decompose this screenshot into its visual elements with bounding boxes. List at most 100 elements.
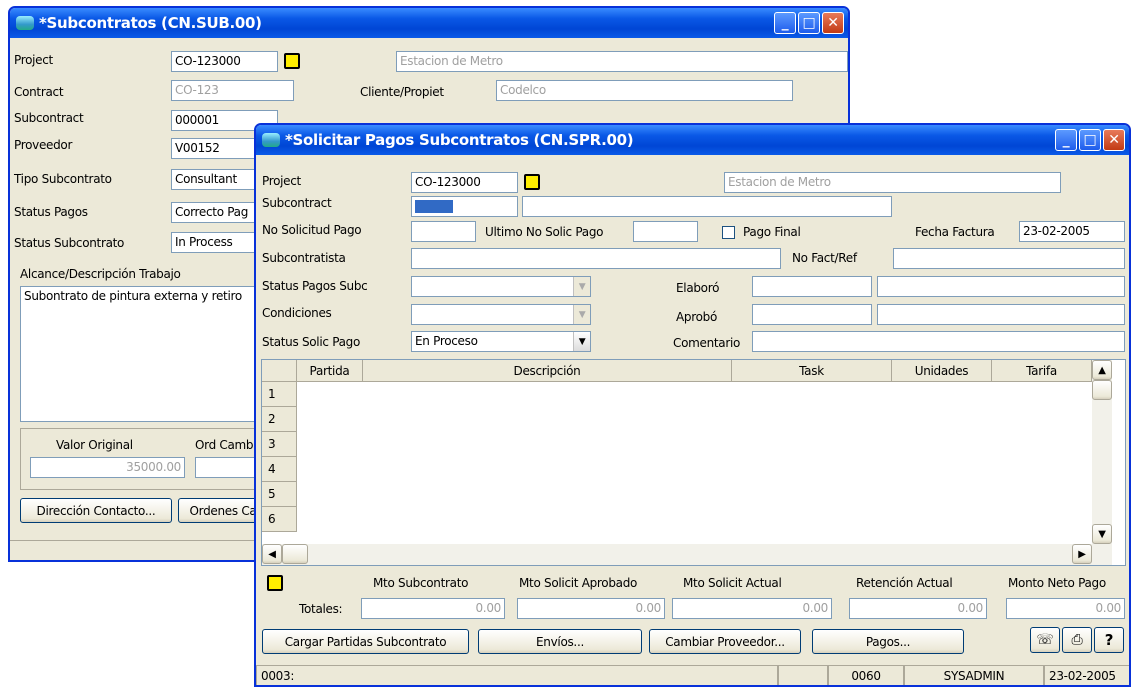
row-header[interactable]: 2	[262, 407, 297, 432]
envios-button[interactable]: Envíos...	[478, 629, 642, 654]
chevron-down-icon: ▼	[573, 277, 590, 296]
row-header[interactable]: 3	[262, 432, 297, 457]
scroll-right-button[interactable]: ▶	[1072, 544, 1092, 564]
alcance-textarea[interactable]: Subontrato de pintura externa y retiro	[20, 286, 270, 422]
project-description-field: Estacion de Metro	[724, 172, 1061, 193]
selection-highlight	[415, 200, 453, 213]
window-title: *Solicitar Pagos Subcontratos (CN.SPR.00…	[285, 131, 634, 149]
subcontract-field[interactable]	[411, 196, 518, 217]
scroll-left-button[interactable]: ◀	[262, 544, 282, 564]
help-icon[interactable]: ?	[1094, 627, 1124, 653]
contract-field: CO-123	[171, 80, 294, 101]
close-button[interactable]: ✕	[822, 12, 844, 34]
minimize-button[interactable]: _	[774, 12, 796, 34]
checkbox-box[interactable]	[722, 226, 735, 239]
cambiar-proveedor-button[interactable]: Cambiar Proveedor...	[649, 629, 801, 654]
project-field[interactable]: CO-123000	[171, 51, 278, 72]
contract-label: Contract	[14, 85, 64, 99]
condiciones-select	[411, 304, 591, 325]
phone-icon[interactable]: ☏	[1030, 627, 1060, 653]
tipo-subcontrato-label: Tipo Subcontrato	[14, 172, 112, 186]
form-body: Project CO-123000 Estacion de Metro Subc…	[256, 155, 1129, 685]
column-header-task[interactable]: Task	[732, 360, 892, 382]
no-fact-ref-field[interactable]	[893, 248, 1125, 269]
retencion-actual-label: Retención Actual	[856, 576, 953, 590]
scroll-up-button[interactable]: ▲	[1092, 360, 1112, 380]
monto-neto-pago-label: Monto Neto Pago	[1008, 576, 1106, 590]
close-button[interactable]: ✕	[1103, 129, 1125, 151]
aprobo-name-field	[877, 304, 1125, 325]
column-header-tarifa[interactable]: Tarifa	[992, 360, 1092, 382]
chevron-down-icon: ▼	[573, 305, 590, 324]
tipo-subcontrato-field[interactable]: Consultant	[171, 169, 261, 190]
lookup-icon[interactable]	[267, 575, 283, 591]
mto-solicit-aprobado-label: Mto Solicit Aprobado	[519, 576, 638, 590]
valor-original-field: 35000.00	[30, 457, 185, 478]
maximize-button[interactable]: □	[1079, 129, 1101, 151]
printer-icon[interactable]: ⎙	[1062, 627, 1092, 653]
subcontract-label: Subcontract	[262, 196, 332, 210]
project-description-field: Estacion de Metro	[396, 51, 848, 72]
status-bar-date: 23-02-2005	[1044, 665, 1129, 685]
maximize-button[interactable]: □	[798, 12, 820, 34]
direccion-contacto-button[interactable]: Dirección Contacto...	[20, 498, 172, 523]
column-header-descripcion[interactable]: Descripción	[363, 360, 732, 382]
proveedor-label: Proveedor	[14, 138, 73, 152]
project-label: Project	[14, 53, 53, 67]
title-bar[interactable]: *Solicitar Pagos Subcontratos (CN.SPR.00…	[256, 125, 1129, 155]
partidas-grid[interactable]: Partida Descripción Task Unidades Tarifa…	[261, 359, 1126, 566]
aprobo-field[interactable]	[752, 304, 872, 325]
horizontal-scrollbar[interactable]: ◀ ▶	[262, 544, 1112, 565]
subcontract-label: Subcontract	[14, 111, 84, 125]
scroll-thumb[interactable]	[282, 544, 308, 564]
aprobo-label: Aprobó	[676, 310, 717, 324]
status-bar-user: SYSADMIN	[904, 665, 1044, 685]
chevron-down-icon[interactable]: ▼	[573, 332, 590, 351]
row-header[interactable]: 1	[262, 382, 297, 407]
status-subcontrato-field[interactable]: In Process	[171, 232, 261, 253]
lookup-icon[interactable]	[524, 174, 540, 190]
elaboro-name-field	[877, 276, 1125, 297]
fecha-factura-field[interactable]: 23-02-2005	[1019, 221, 1125, 242]
row-header[interactable]: 5	[262, 482, 297, 507]
retencion-actual-field: 0.00	[849, 598, 987, 619]
status-pagos-field[interactable]: Correcto Pag	[171, 202, 261, 223]
no-fact-ref-label: No Fact/Ref	[792, 251, 857, 265]
no-solicitud-field[interactable]	[411, 221, 476, 242]
comentario-field[interactable]	[752, 331, 1125, 352]
subcontratista-label: Subcontratista	[262, 251, 346, 265]
solicitar-pagos-window: *Solicitar Pagos Subcontratos (CN.SPR.00…	[254, 123, 1131, 687]
app-icon	[262, 133, 280, 147]
row-header[interactable]: 6	[262, 507, 297, 532]
status-bar	[10, 540, 260, 560]
vertical-scrollbar[interactable]: ▲ ▼	[1092, 360, 1112, 544]
status-bar-message: 0003:	[256, 665, 778, 685]
totales-label: Totales:	[299, 602, 343, 616]
pagos-button[interactable]: Pagos...	[812, 629, 964, 654]
lookup-icon[interactable]	[284, 53, 300, 69]
elaboro-field[interactable]	[752, 276, 872, 297]
status-bar-field	[778, 665, 828, 685]
valor-original-label: Valor Original	[56, 438, 133, 452]
cargar-partidas-button[interactable]: Cargar Partidas Subcontrato	[262, 629, 469, 654]
status-pagos-subc-label: Status Pagos Subc	[262, 279, 368, 293]
ord-cambio-field	[195, 457, 255, 478]
scroll-down-button[interactable]: ▼	[1092, 524, 1112, 544]
elaboro-label: Elaboró	[676, 281, 720, 295]
grid-corner	[262, 360, 297, 382]
scroll-thumb[interactable]	[1092, 380, 1112, 400]
column-header-unidades[interactable]: Unidades	[892, 360, 992, 382]
row-header[interactable]: 4	[262, 457, 297, 482]
project-field[interactable]: CO-123000	[411, 172, 518, 193]
minimize-button[interactable]: _	[1055, 129, 1077, 151]
column-header-partida[interactable]: Partida	[297, 360, 363, 382]
proveedor-field[interactable]: V00152	[171, 138, 261, 159]
alcance-label: Alcance/Descripción Trabajo	[20, 267, 181, 281]
mto-solicit-actual-label: Mto Solicit Actual	[683, 576, 782, 590]
status-solic-select[interactable]: En Proceso	[411, 331, 591, 352]
title-bar[interactable]: *Subcontratos (CN.SUB.00) _ □ ✕	[10, 8, 848, 38]
mto-subcontrato-field: 0.00	[361, 598, 505, 619]
pago-final-checkbox[interactable]: Pago Final	[722, 225, 801, 239]
client-field: Codelco	[496, 80, 793, 101]
no-solicitud-label: No Solicitud Pago	[262, 223, 362, 237]
